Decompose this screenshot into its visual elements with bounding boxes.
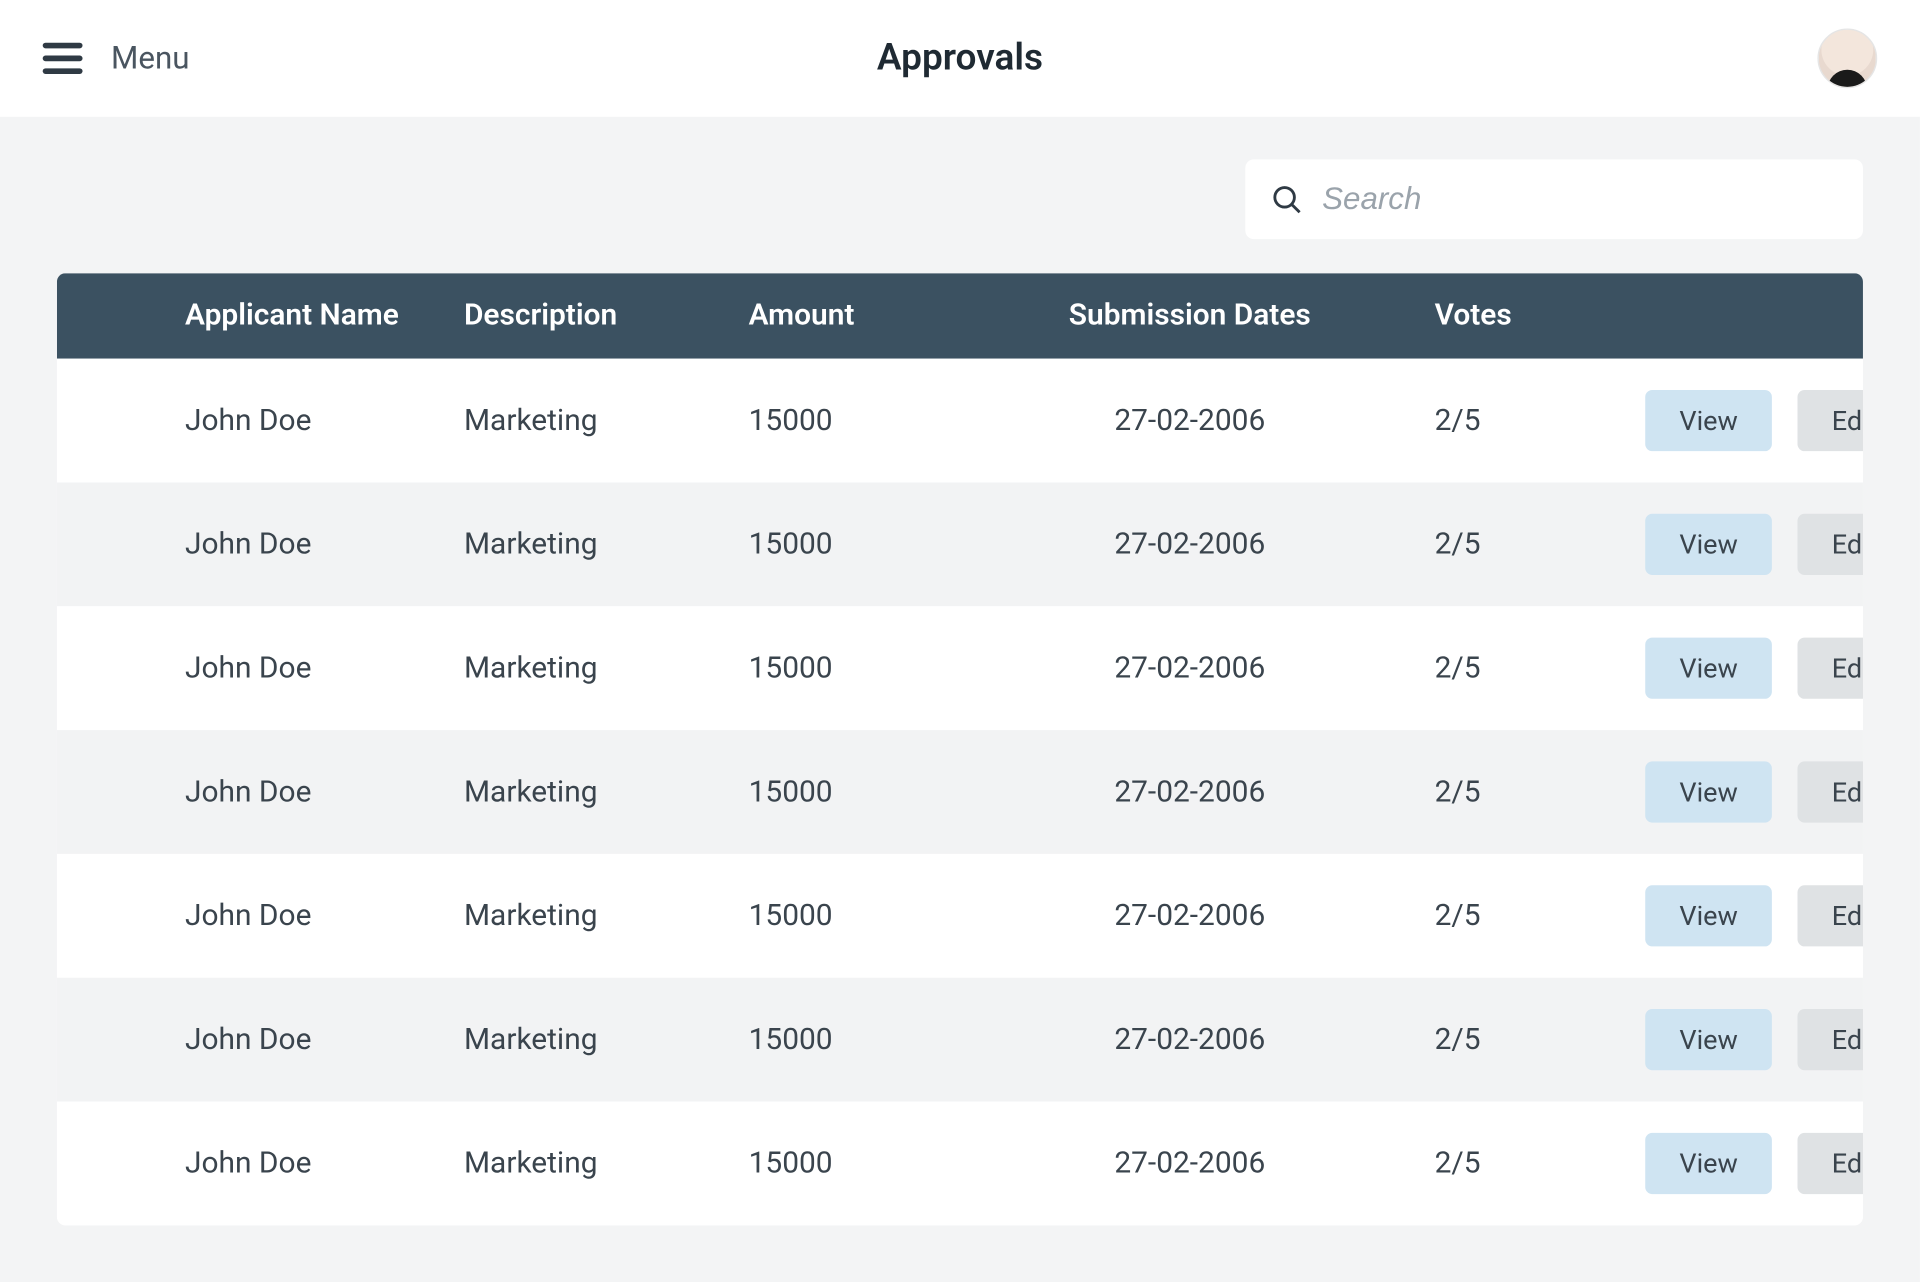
search-input[interactable] bbox=[1322, 181, 1837, 218]
cell-votes: 2/5 bbox=[1418, 527, 1646, 561]
approvals-table: Applicant Name Description Amount Submis… bbox=[57, 273, 1863, 1225]
app-header: Menu Approvals bbox=[0, 0, 1920, 117]
view-button[interactable]: View bbox=[1645, 390, 1772, 451]
table-header: Applicant Name Description Amount Submis… bbox=[57, 273, 1863, 358]
page-title: Approvals bbox=[877, 37, 1043, 80]
table-row: John DoeMarketing1500027-02-20062/5View E… bbox=[57, 1102, 1863, 1226]
table-body: John DoeMarketing1500027-02-20062/5ViewE… bbox=[57, 359, 1863, 1226]
col-votes: Votes bbox=[1418, 299, 1646, 333]
cell-votes: 2/5 bbox=[1418, 1146, 1646, 1180]
cell-applicant: John Doe bbox=[137, 527, 464, 561]
table-row: John DoeMarketing1500027-02-20062/5View E… bbox=[57, 482, 1863, 606]
view-button[interactable]: View bbox=[1645, 885, 1772, 946]
cell-actions: View Edit bbox=[1645, 761, 1863, 822]
avatar[interactable] bbox=[1817, 28, 1877, 88]
cell-votes: 2/5 bbox=[1418, 403, 1646, 437]
cell-submission: 27-02-2006 bbox=[1019, 899, 1417, 933]
table-row: John DoeMarketing1500027-02-20062/5View E… bbox=[57, 606, 1863, 730]
view-button[interactable]: View bbox=[1645, 1133, 1772, 1194]
edit-button[interactable]: Edit bbox=[1798, 761, 1863, 822]
view-button[interactable]: View bbox=[1645, 761, 1772, 822]
cell-amount: 15000 bbox=[749, 1023, 1019, 1057]
cell-applicant: John Doe bbox=[137, 403, 464, 437]
col-applicant: Applicant Name bbox=[137, 299, 464, 333]
cell-votes: 2/5 bbox=[1418, 1023, 1646, 1057]
cell-amount: 15000 bbox=[749, 1146, 1019, 1180]
edit-button[interactable]: Edit bbox=[1798, 514, 1863, 575]
cell-submission: 27-02-2006 bbox=[1019, 651, 1417, 685]
cell-submission: 27-02-2006 bbox=[1019, 775, 1417, 809]
cell-description: Marketing bbox=[464, 403, 749, 437]
cell-submission: 27-02-2006 bbox=[1019, 1146, 1417, 1180]
edit-button[interactable]: Edit bbox=[1798, 638, 1863, 699]
cell-submission: 27-02-2006 bbox=[1019, 403, 1417, 437]
edit-button[interactable]: Edit bbox=[1798, 390, 1863, 451]
menu-group: Menu bbox=[43, 41, 190, 77]
cell-amount: 15000 bbox=[749, 899, 1019, 933]
cell-description: Marketing bbox=[464, 899, 749, 933]
content-area: Applicant Name Description Amount Submis… bbox=[0, 117, 1920, 1282]
search-box[interactable] bbox=[1245, 159, 1863, 239]
view-button[interactable]: View bbox=[1645, 1009, 1772, 1070]
cell-actions: View Edit bbox=[1645, 390, 1863, 451]
edit-button[interactable]: Edit bbox=[1798, 1133, 1863, 1194]
cell-description: Marketing bbox=[464, 527, 749, 561]
col-submission: Submission Dates bbox=[1019, 299, 1417, 333]
table-row: John DoeMarketing1500027-02-20062/5View E… bbox=[57, 978, 1863, 1102]
cell-amount: 15000 bbox=[749, 403, 1019, 437]
cell-description: Marketing bbox=[464, 775, 749, 809]
cell-description: Marketing bbox=[464, 1146, 749, 1180]
cell-applicant: John Doe bbox=[137, 651, 464, 685]
cell-amount: 15000 bbox=[749, 775, 1019, 809]
cell-actions: View Edit bbox=[1645, 1133, 1863, 1194]
cell-actions: View Edit bbox=[1645, 638, 1863, 699]
view-button[interactable]: View bbox=[1645, 638, 1772, 699]
search-icon bbox=[1271, 184, 1302, 215]
cell-description: Marketing bbox=[464, 1023, 749, 1057]
col-amount: Amount bbox=[749, 299, 1019, 333]
cell-applicant: John Doe bbox=[137, 1146, 464, 1180]
cell-votes: 2/5 bbox=[1418, 899, 1646, 933]
view-button[interactable]: View bbox=[1645, 514, 1772, 575]
cell-applicant: John Doe bbox=[137, 1023, 464, 1057]
cell-description: Marketing bbox=[464, 651, 749, 685]
search-row bbox=[57, 159, 1863, 239]
table-row: John DoeMarketing1500027-02-20062/5View E… bbox=[57, 359, 1863, 483]
cell-votes: 2/5 bbox=[1418, 651, 1646, 685]
cell-submission: 27-02-2006 bbox=[1019, 527, 1417, 561]
table-row: John DoeMarketing1500027-02-20062/5View E… bbox=[57, 854, 1863, 978]
table-row: John DoeMarketing1500027-02-20062/5View E… bbox=[57, 730, 1863, 854]
cell-submission: 27-02-2006 bbox=[1019, 1023, 1417, 1057]
cell-applicant: John Doe bbox=[137, 899, 464, 933]
menu-label[interactable]: Menu bbox=[111, 41, 189, 77]
edit-button[interactable]: Edit bbox=[1798, 1009, 1863, 1070]
cell-votes: 2/5 bbox=[1418, 775, 1646, 809]
cell-actions: View Edit bbox=[1645, 1009, 1863, 1070]
cell-amount: 15000 bbox=[749, 651, 1019, 685]
edit-button[interactable]: Edit bbox=[1798, 885, 1863, 946]
hamburger-icon[interactable] bbox=[43, 43, 83, 74]
cell-actions: View Edit bbox=[1645, 514, 1863, 575]
cell-amount: 15000 bbox=[749, 527, 1019, 561]
col-description: Description bbox=[464, 299, 749, 333]
cell-applicant: John Doe bbox=[137, 775, 464, 809]
cell-actions: View Edit bbox=[1645, 885, 1863, 946]
